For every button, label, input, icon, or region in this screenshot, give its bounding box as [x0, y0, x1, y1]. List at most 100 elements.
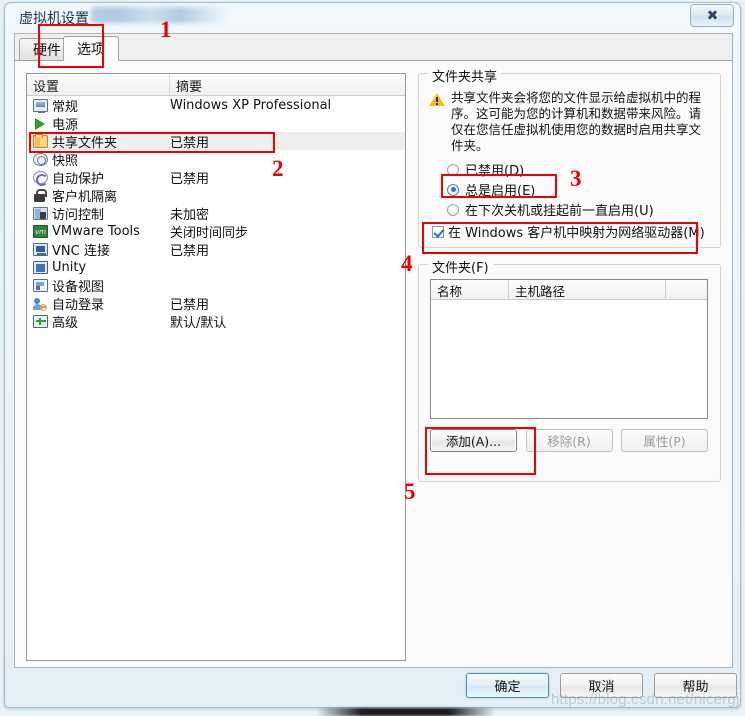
list-item-shared-folders[interactable]: 共享文件夹 已禁用	[27, 132, 405, 151]
vm-settings-window: 虚拟机设置 ✖ 硬件 选项 设置 摘要 常规 Windows XP Profes…	[4, 2, 741, 708]
tab-content-options: 设置 摘要 常规 Windows XP Professional 电源 共享文件…	[15, 61, 732, 667]
tab-options[interactable]: 选项	[63, 36, 119, 61]
list-item-label: 电源	[52, 117, 79, 133]
device-view-icon	[33, 278, 49, 293]
list-item-label: 设备视图	[52, 279, 105, 295]
checkbox-map-network-drive[interactable]: 在 Windows 客户机中映射为网络驱动器(M)	[432, 222, 705, 241]
list-item-label: VNC 连接	[52, 243, 110, 259]
lock-icon	[33, 188, 49, 203]
list-item-unity[interactable]: Unity	[27, 258, 405, 276]
folders-column-host-path[interactable]: 主机路径	[509, 280, 666, 300]
folder-sharing-group: 文件夹共享 共享文件夹会将您的文件显示给虚拟机中的程序。这可能为您的计算机和数据…	[418, 66, 721, 248]
list-item-general[interactable]: 常规 Windows XP Professional	[27, 96, 405, 115]
list-item-autoprotect[interactable]: 自动保护 已禁用	[27, 168, 405, 187]
remove-folder-button[interactable]: 移除(R)	[525, 429, 613, 452]
checkbox-checked-icon	[432, 225, 444, 238]
folders-column-name[interactable]: 名称	[431, 280, 509, 300]
folders-column-extra[interactable]	[666, 280, 707, 300]
folders-button-row: 添加(A)... 移除(R) 属性(P)	[430, 429, 708, 452]
list-item-summary: 已禁用	[170, 171, 210, 187]
dialog-footer: 确定 取消 帮助	[14, 669, 737, 709]
list-item-summary: 关闭时间同步	[170, 225, 249, 241]
cancel-button[interactable]: 取消	[560, 673, 643, 698]
list-item-summary: 默认/默认	[170, 315, 227, 331]
add-folder-button[interactable]: 添加(A)...	[430, 429, 517, 452]
column-header-setting[interactable]: 设置	[27, 74, 170, 96]
list-item-label: 常规	[52, 99, 79, 115]
folders-group: 文件夹(F) 名称 主机路径 添加(A)... 移除(R) 属性(P)	[418, 257, 721, 482]
title-bar: 虚拟机设置 ✖	[5, 3, 740, 31]
vmware-tools-icon: vm	[33, 224, 49, 239]
radio-disabled[interactable]: 已禁用(D)	[447, 160, 524, 179]
warning-icon	[429, 92, 445, 107]
list-item-summary: Windows XP Professional	[170, 97, 332, 113]
settings-list-rows: 常规 Windows XP Professional 电源 共享文件夹 已禁用	[27, 96, 405, 331]
list-item-device-view[interactable]: 设备视图	[27, 276, 405, 295]
tab-strip: 硬件 选项	[15, 34, 732, 61]
list-item-summary: 未加密	[170, 207, 210, 223]
radio-disabled-label: 已禁用(D)	[465, 164, 525, 179]
vnc-icon	[33, 242, 49, 257]
sharing-warning-text: 共享文件夹会将您的文件显示给虚拟机中的程序。这可能为您的计算机和数据带来风险。请…	[451, 90, 702, 153]
add-folder-button-label: 添加(A)...	[445, 434, 502, 449]
radio-button-selected-icon	[447, 183, 459, 196]
blurred-title-suffix	[91, 7, 226, 23]
list-item-summary: 已禁用	[170, 243, 210, 259]
radio-until-shutdown-label: 在下次关机或挂起前一直启用(U)	[465, 204, 654, 219]
folder-sharing-group-title: 文件夹共享	[428, 66, 502, 85]
column-header-summary[interactable]: 摘要	[170, 74, 405, 96]
list-item-summary: 已禁用	[170, 135, 210, 151]
settings-list-header: 设置 摘要	[27, 74, 405, 96]
radio-button-icon	[447, 203, 459, 216]
power-play-icon	[33, 116, 49, 131]
cancel-button-label: 取消	[588, 680, 615, 695]
radio-until-shutdown[interactable]: 在下次关机或挂起前一直启用(U)	[447, 200, 654, 219]
folders-list-header: 名称 主机路径	[431, 280, 707, 300]
list-item-power[interactable]: 电源	[27, 114, 405, 133]
folder-properties-button-label: 属性(P)	[643, 434, 686, 449]
list-item-label: 快照	[52, 153, 79, 169]
close-button[interactable]: ✖	[690, 4, 734, 27]
list-item-vnc-connection[interactable]: VNC 连接 已禁用	[27, 240, 405, 259]
list-item-access-control[interactable]: 访问控制 未加密	[27, 204, 405, 223]
checkbox-map-network-drive-label: 在 Windows 客户机中映射为网络驱动器(M)	[448, 226, 705, 241]
list-item-label: 自动保护	[52, 171, 105, 187]
advanced-icon	[33, 314, 49, 329]
shared-folder-icon	[33, 133, 49, 149]
ok-button[interactable]: 确定	[466, 673, 549, 698]
list-item-summary: 已禁用	[170, 297, 210, 313]
auto-login-icon	[33, 296, 49, 311]
list-item-snapshot[interactable]: 快照	[27, 150, 405, 169]
snapshot-icon	[33, 152, 49, 167]
access-control-icon	[33, 206, 49, 221]
monitor-icon	[33, 98, 49, 113]
ok-button-label: 确定	[494, 680, 521, 695]
help-button-label: 帮助	[682, 680, 709, 695]
list-item-advanced[interactable]: 高级 默认/默认	[27, 312, 405, 331]
list-item-guest-isolation[interactable]: 客户机隔离	[27, 186, 405, 205]
sharing-warning: 共享文件夹会将您的文件显示给虚拟机中的程序。这可能为您的计算机和数据带来风险。请…	[429, 90, 711, 154]
list-item-label: 客户机隔离	[52, 189, 118, 205]
options-right-column: 文件夹共享 共享文件夹会将您的文件显示给虚拟机中的程序。这可能为您的计算机和数据…	[418, 66, 721, 482]
list-item-label: 访问控制	[52, 207, 105, 223]
radio-button-icon	[447, 163, 459, 176]
dialog-body: 硬件 选项 设置 摘要 常规 Windows XP Professional 电…	[14, 33, 733, 668]
window-title: 虚拟机设置	[19, 11, 89, 27]
list-item-label: 自动登录	[52, 297, 105, 313]
tab-hardware-label: 硬件	[33, 42, 61, 59]
tab-underline	[15, 60, 732, 61]
list-item-vmware-tools[interactable]: vm VMware Tools 关闭时间同步	[27, 222, 405, 241]
folder-properties-button[interactable]: 属性(P)	[621, 429, 708, 452]
list-item-label: VMware Tools	[52, 223, 140, 239]
radio-always-enabled[interactable]: 总是启用(E)	[447, 180, 535, 199]
list-item-label: 共享文件夹	[52, 135, 118, 151]
help-button[interactable]: 帮助	[654, 673, 737, 698]
settings-list[interactable]: 设置 摘要 常规 Windows XP Professional 电源 共享文件…	[26, 73, 406, 661]
list-item-auto-login[interactable]: 自动登录 已禁用	[27, 294, 405, 313]
taskbar-edge	[318, 708, 493, 716]
folders-list[interactable]: 名称 主机路径	[430, 279, 708, 419]
unity-icon	[33, 260, 49, 275]
close-icon: ✖	[706, 7, 719, 24]
radio-always-enabled-label: 总是启用(E)	[465, 184, 536, 199]
folders-group-title: 文件夹(F)	[428, 257, 493, 276]
